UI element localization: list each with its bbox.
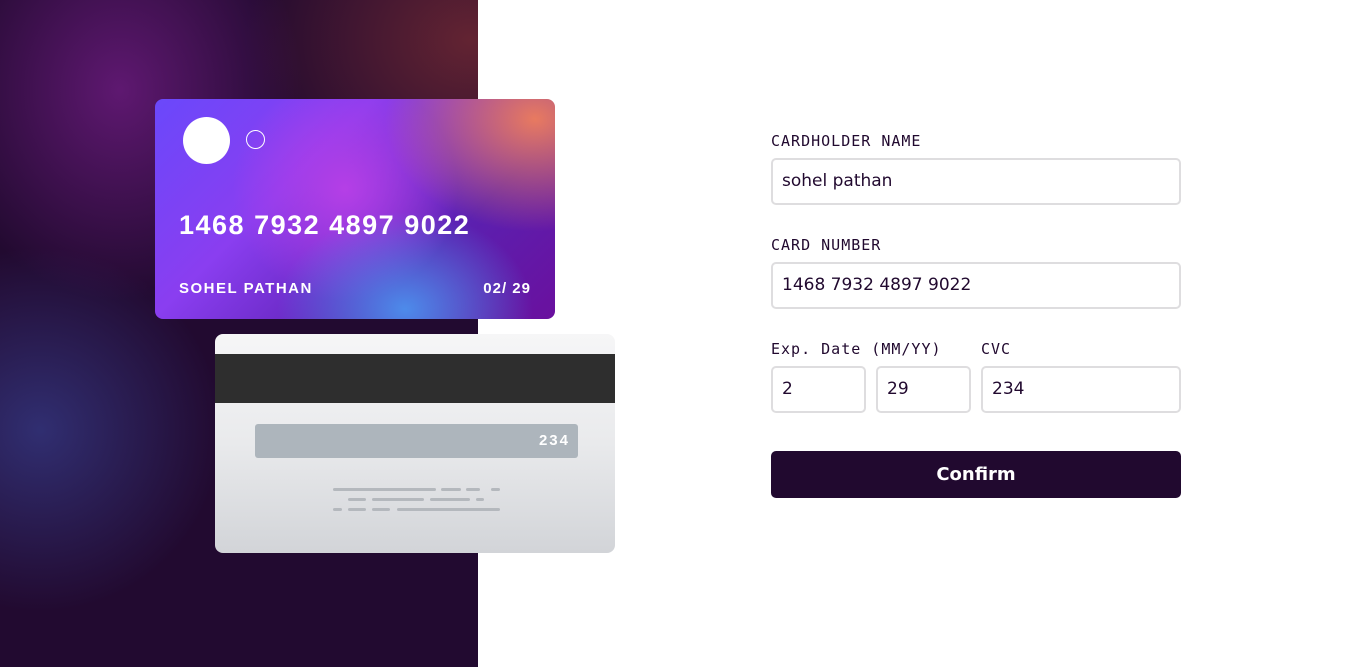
exp-date-label: Exp. Date (MM/YY) bbox=[771, 340, 942, 358]
card-expiry-display: 02/ 29 bbox=[483, 280, 531, 297]
signature-strip: 234 bbox=[255, 424, 578, 458]
card-front: 1468 7932 4897 9022 SOHEL PATHAN 02/ 29 bbox=[155, 99, 555, 319]
card-cvc-display: 234 bbox=[538, 432, 570, 449]
cvc-input[interactable]: 234 bbox=[981, 366, 1181, 413]
card-number-label: CARD NUMBER bbox=[771, 236, 882, 254]
cardholder-name-label: CARDHOLDER NAME bbox=[771, 132, 922, 150]
card-logo-filled-circle-icon bbox=[183, 117, 230, 164]
magnetic-stripe bbox=[215, 354, 615, 403]
card-logo-outline-circle-icon bbox=[246, 130, 265, 149]
card-holder-display: SOHEL PATHAN bbox=[179, 280, 313, 297]
confirm-button[interactable]: Confirm bbox=[771, 451, 1181, 498]
cvc-label: CVC bbox=[981, 340, 1012, 358]
card-number-display: 1468 7932 4897 9022 bbox=[179, 210, 471, 240]
card-number-input[interactable]: 1468 7932 4897 9022 bbox=[771, 262, 1181, 309]
cardholder-name-input[interactable]: sohel pathan bbox=[771, 158, 1181, 205]
card-back: 234 bbox=[215, 334, 615, 553]
exp-month-input[interactable]: 2 bbox=[771, 366, 866, 413]
exp-year-input[interactable]: 29 bbox=[876, 366, 971, 413]
